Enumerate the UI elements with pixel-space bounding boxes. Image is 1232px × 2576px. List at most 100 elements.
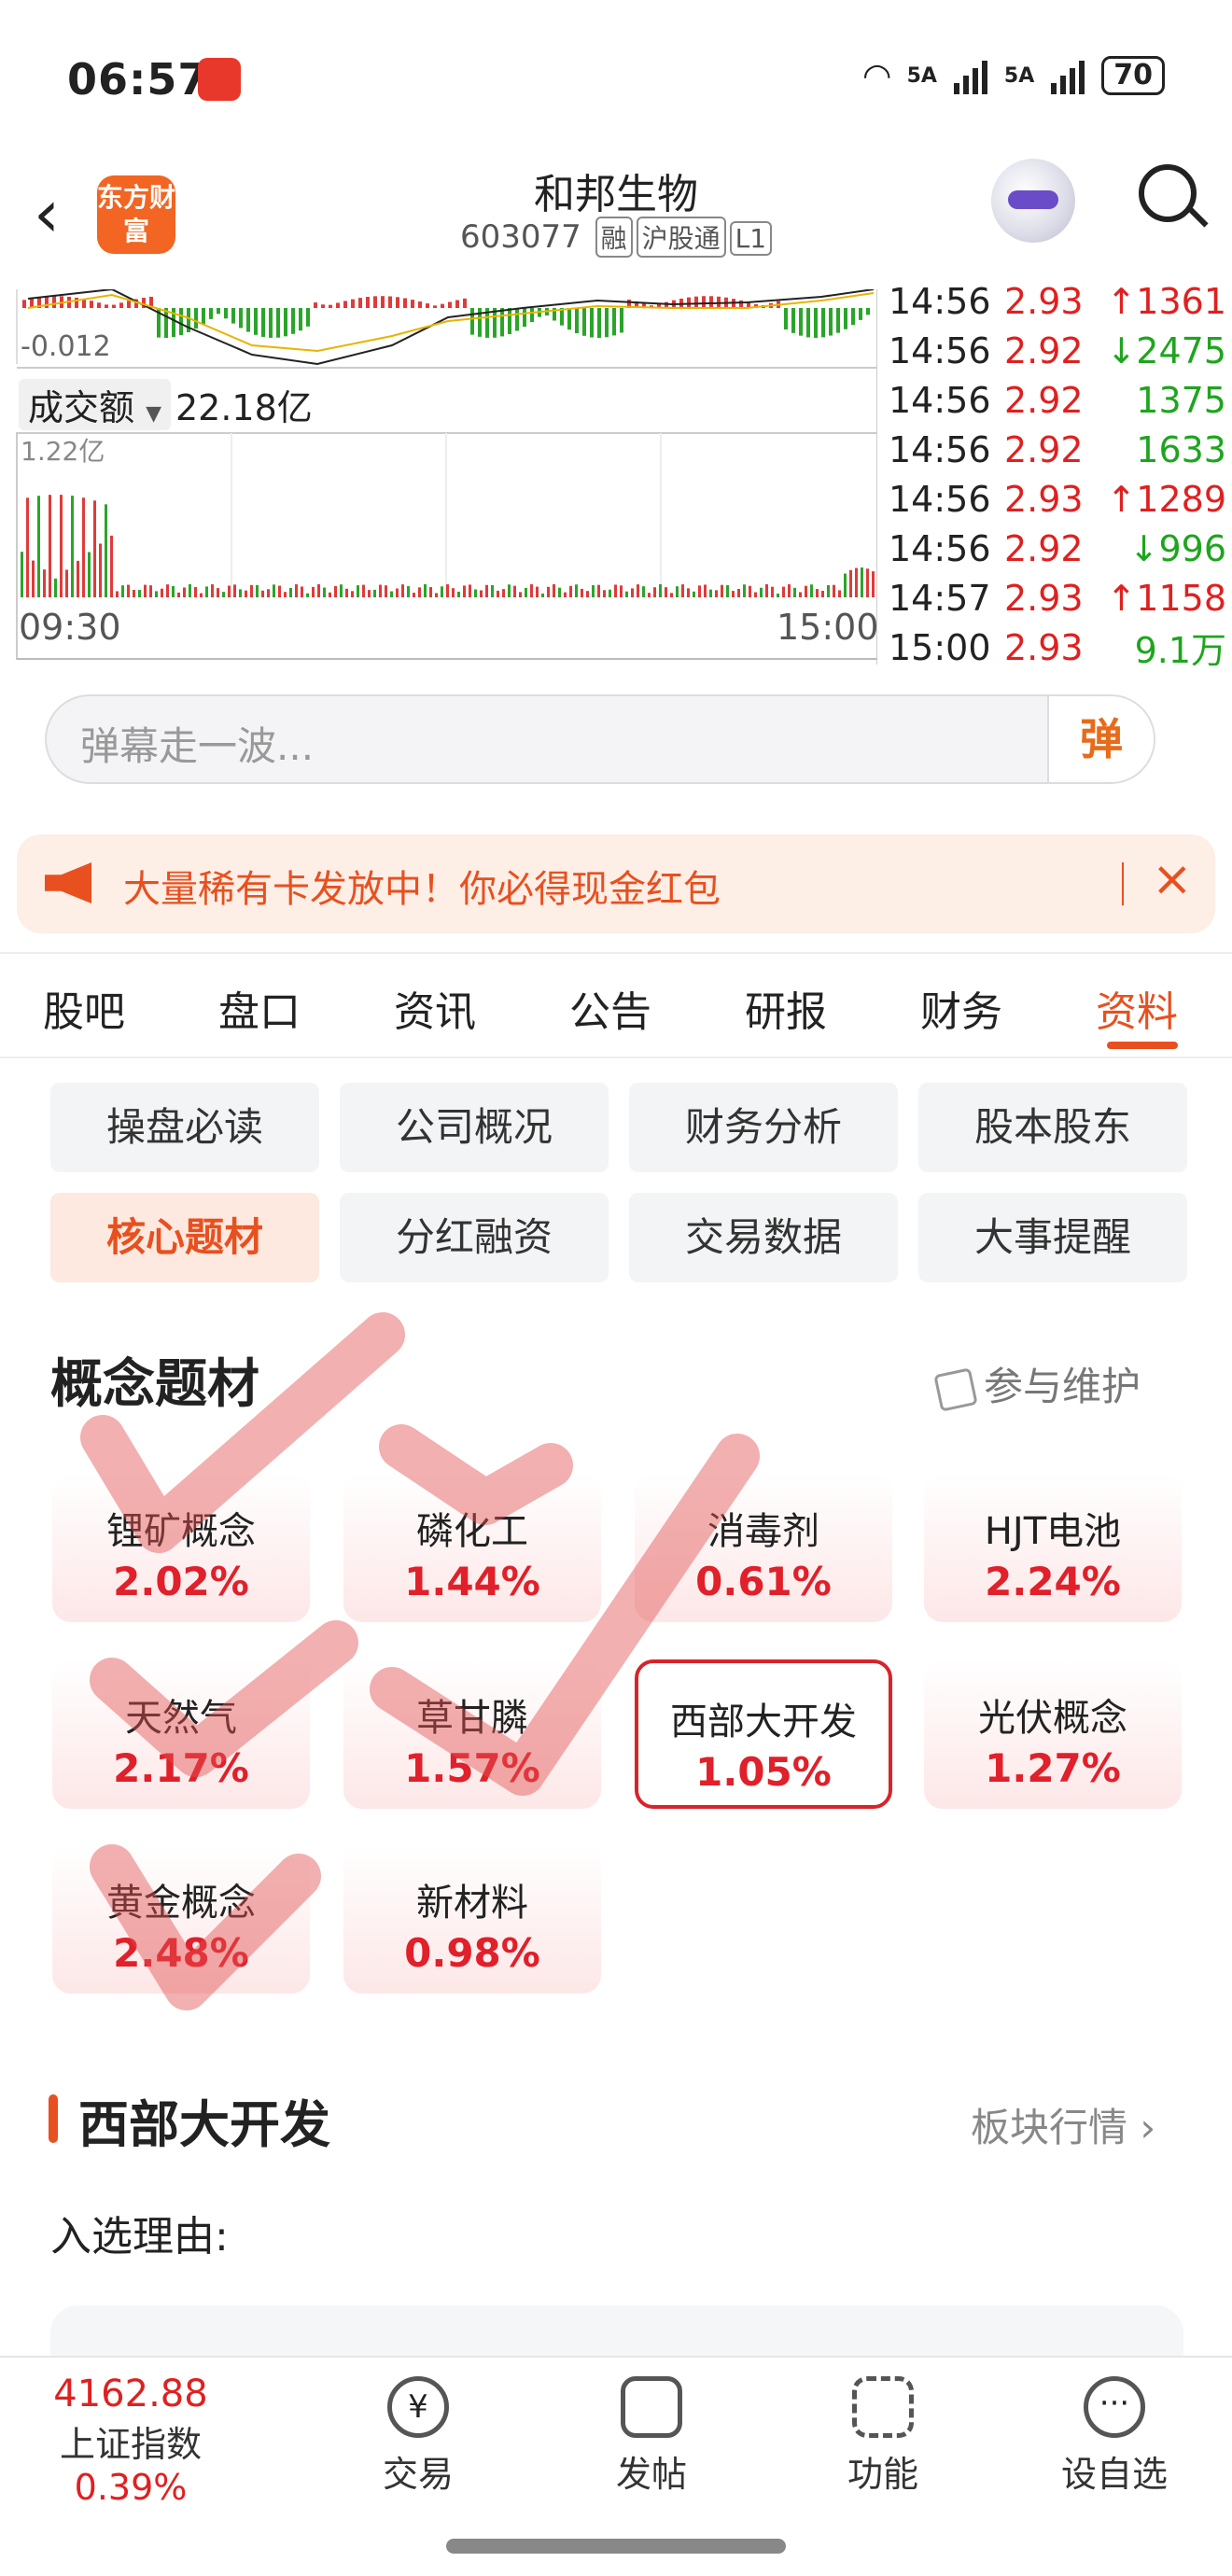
concept-card[interactable]: 光伏概念 1.27% [924, 1659, 1182, 1809]
concept-change: 2.24% [985, 1559, 1121, 1604]
volume-bar [413, 593, 415, 597]
section-title: 西部大开发 [49, 2083, 330, 2157]
volume-bar [838, 590, 841, 597]
tick-list[interactable]: 14:56 2.93 ↑1361 14:56 2.92 ↓2475 14:56 2.92 13… [889, 276, 1232, 672]
subnav-shareholders[interactable]: 股本股东 [918, 1083, 1187, 1172]
macd-bar [597, 308, 601, 338]
volume-bar [323, 587, 326, 597]
tab-research[interactable]: 研报 [745, 978, 827, 1038]
maintain-link[interactable]: 参与维护 [933, 1355, 1141, 1412]
concept-card[interactable]: 新材料 0.98% [343, 1844, 601, 1994]
concept-card[interactable]: 草甘膦 1.57% [343, 1659, 601, 1809]
search-icon[interactable] [1139, 164, 1197, 222]
tab-announcement[interactable]: 公告 [569, 978, 651, 1038]
time-end: 15:00 [777, 607, 879, 648]
promo-banner[interactable]: 大量稀有卡发放中！你必得现金红包 × [17, 834, 1215, 933]
volume-bar [116, 591, 119, 597]
volume-bar [502, 589, 505, 597]
tab-news[interactable]: 资讯 [394, 978, 476, 1038]
volume-bar [659, 584, 662, 597]
tab-guba[interactable]: 股吧 [43, 978, 125, 1038]
assistant-avatar-icon[interactable] [991, 159, 1075, 243]
reason-label: 入选理由: [50, 2213, 229, 2261]
subnav-core-themes[interactable]: 核心题材 [50, 1193, 319, 1282]
concept-card[interactable]: 消毒剂 0.61% [635, 1473, 892, 1622]
macd-bar [530, 308, 534, 323]
concept-card-selected[interactable]: 西部大开发 1.05% [635, 1659, 892, 1809]
macd-bar [246, 308, 250, 332]
volume-bar [228, 585, 231, 597]
tick-time: 14:56 [889, 527, 991, 569]
concept-card[interactable]: 黄金概念 2.48% [52, 1844, 310, 1994]
volume-bar [709, 589, 712, 597]
volume-bar [497, 590, 499, 597]
index-ticker[interactable]: 4162.88 上证指数 0.39% [0, 2373, 261, 2508]
volume-bar [653, 587, 656, 597]
volume-bar [334, 585, 337, 597]
subnav-financial-analysis[interactable]: 财务分析 [629, 1083, 898, 1172]
volume-bar [368, 590, 371, 597]
subnav-trading-guide[interactable]: 操盘必读 [50, 1083, 319, 1172]
volume-bar [312, 586, 315, 597]
subnav-company-overview[interactable]: 公司概况 [340, 1083, 609, 1172]
subnav-dividends[interactable]: 分红融资 [340, 1193, 609, 1282]
danmu-send-button[interactable]: 弹 [1047, 696, 1154, 782]
maintain-label: 参与维护 [984, 1364, 1141, 1409]
concept-change: 1.05% [695, 1749, 832, 1795]
volume-bar [166, 584, 169, 597]
tick-time: 14:56 [889, 280, 991, 322]
concept-name: 磷化工 [416, 1510, 528, 1553]
subnav-trading-data[interactable]: 交易数据 [629, 1193, 898, 1282]
macd-bar [217, 308, 220, 315]
wifi-icon: ◠ [863, 56, 890, 95]
tick-volume: ↑1289 [1106, 478, 1226, 520]
nav-post[interactable]: 发帖 [586, 2376, 717, 2497]
concept-card[interactable]: 锂矿概念 2.02% [52, 1473, 310, 1622]
volume-bar [777, 593, 779, 597]
macd-bar [500, 308, 504, 337]
tab-bar: 股吧 盘口 资讯 公告 研报 财务 资料 [0, 952, 1232, 1058]
volume-bar [637, 584, 639, 597]
nav-add-watchlist[interactable]: ··· 设自选 [1049, 2376, 1180, 2497]
tab-pankou[interactable]: 盘口 [218, 978, 301, 1038]
tag-margin: 融 [595, 217, 633, 258]
subnav-events[interactable]: 大事提醒 [918, 1193, 1187, 1282]
tick-volume: 1633 [1136, 428, 1226, 470]
volume-bar [385, 585, 387, 597]
tick-row: 14:56 2.92 ↓996 [889, 524, 1232, 573]
macd-bar [112, 304, 116, 308]
volume-bar [799, 592, 802, 597]
concept-card[interactable]: 磷化工 1.44% [343, 1473, 601, 1622]
reason-panel [50, 2305, 1183, 2361]
home-indicator[interactable] [446, 2539, 786, 2554]
macd-bar [105, 304, 108, 308]
concept-card[interactable]: HJT电池 2.24% [924, 1473, 1182, 1622]
tick-row: 15:00 2.93 9.1万 [889, 623, 1232, 672]
volume-bar [205, 586, 208, 597]
macd-bar [844, 308, 847, 329]
macd-bar [463, 298, 467, 308]
volume-bar [289, 588, 292, 597]
tick-price: 2.92 [1004, 329, 1084, 371]
volume-bar [273, 584, 275, 597]
nav-functions[interactable]: 功能 [818, 2376, 948, 2497]
danmu-input[interactable]: 弹幕走一波... 弹 [45, 694, 1155, 784]
macd-bar [202, 308, 205, 325]
tick-time: 14:56 [889, 329, 991, 371]
volume-bar [21, 552, 23, 597]
volume-bar [345, 588, 348, 597]
status-bar: 06:57 ◠ 5A 5A 70 [0, 0, 1232, 159]
macd-bar [329, 304, 332, 308]
concept-card[interactable]: 天然气 2.17% [52, 1659, 310, 1809]
volume-bar [749, 585, 751, 597]
nav-trade[interactable]: ¥ 交易 [353, 2376, 483, 2497]
tab-finance[interactable]: 财务 [920, 978, 1002, 1038]
close-icon[interactable]: × [1152, 851, 1193, 907]
volume-bar [329, 592, 331, 597]
volume-selector[interactable]: 成交额 ▼ [19, 379, 172, 430]
volume-bar [26, 497, 29, 597]
sector-quote-link[interactable]: 板块行情 › [971, 2096, 1155, 2153]
tab-profile[interactable]: 资料 [1096, 978, 1178, 1038]
volume-bar [788, 584, 791, 597]
tick-volume: ↑1361 [1106, 280, 1226, 322]
